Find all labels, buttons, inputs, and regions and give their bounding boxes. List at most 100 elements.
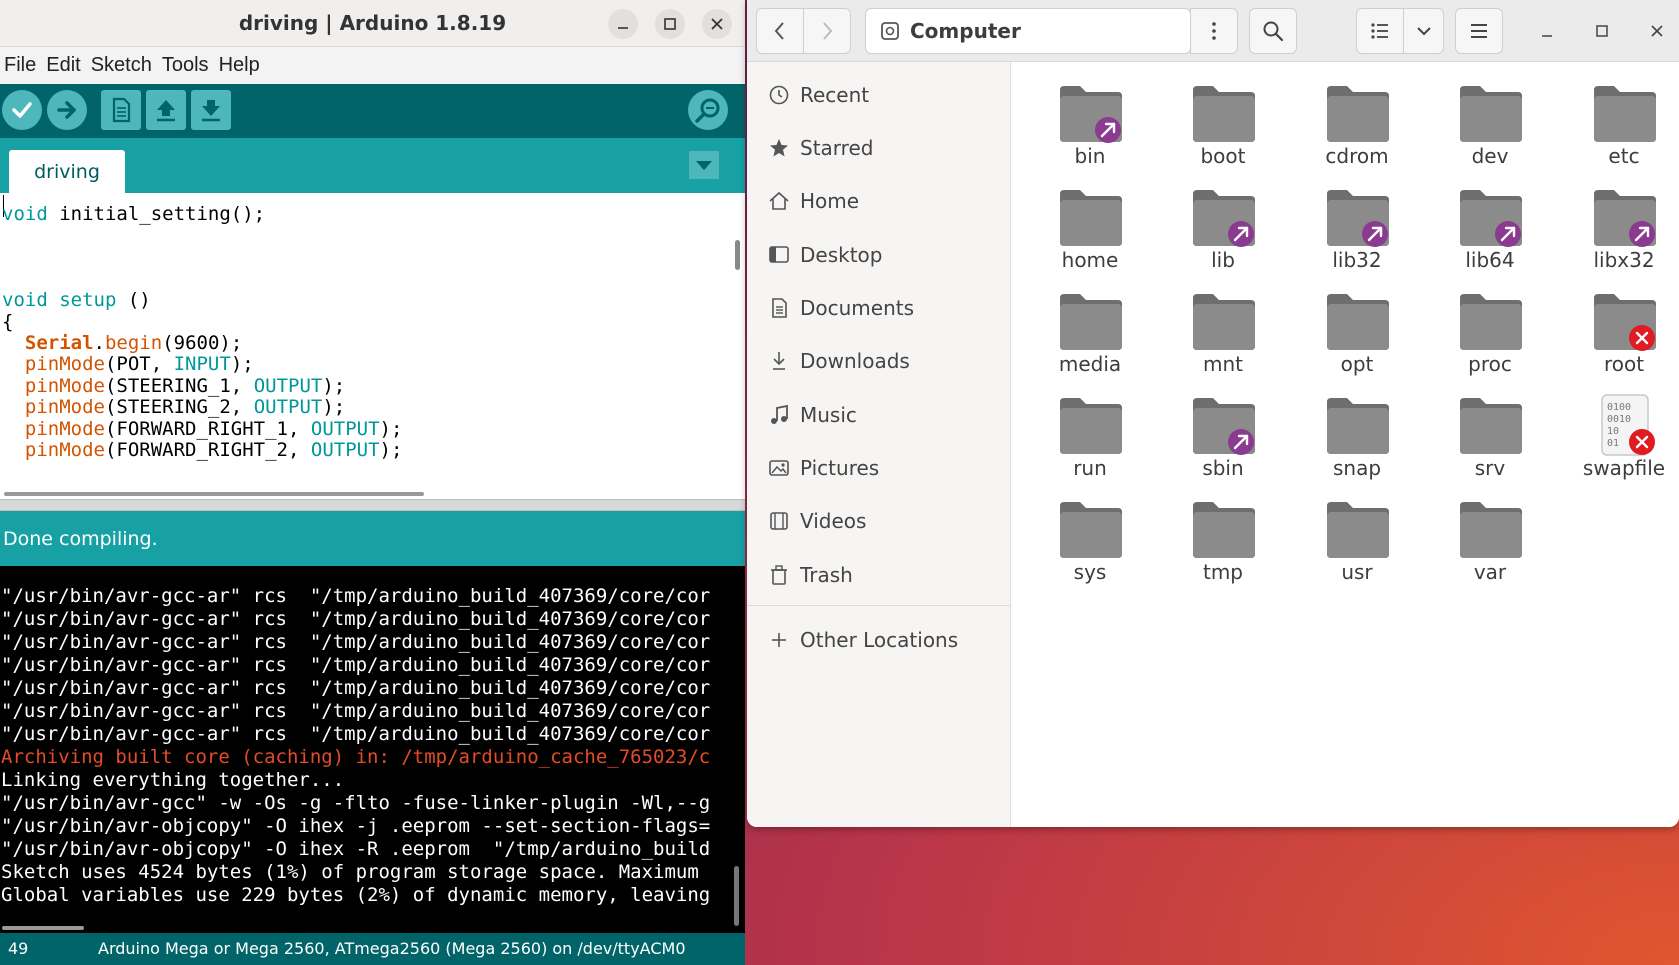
folder-item-sbin[interactable]: sbin <box>1163 384 1283 482</box>
console-horizontal-scrollbar[interactable] <box>2 926 84 930</box>
folder-icon <box>1058 394 1124 454</box>
sidebar-item-downloads[interactable]: Downloads <box>747 338 1011 384</box>
folder-icon <box>1058 290 1124 350</box>
triangle-down-icon <box>696 161 712 170</box>
folder-item-etc[interactable]: etc <box>1564 72 1679 170</box>
folder-item-opt[interactable]: opt <box>1297 280 1417 378</box>
folder-item-libx32[interactable]: libx32 <box>1564 176 1679 274</box>
folder-item-lib32[interactable]: lib32 <box>1297 176 1417 274</box>
sidebar-item-documents[interactable]: Documents <box>747 285 1011 331</box>
forward-button[interactable] <box>803 8 851 54</box>
serial-monitor-button[interactable] <box>688 90 728 130</box>
location-bar[interactable]: Computer <box>865 8 1191 54</box>
item-label: dev <box>1471 144 1509 168</box>
code-line: pinMode(POT, INPUT); <box>24 353 254 375</box>
folder-item-lib64[interactable]: lib64 <box>1430 176 1550 274</box>
sidebar-item-starred[interactable]: Starred <box>747 125 1011 171</box>
console-line: Linking everything together... <box>1 769 345 791</box>
sidebar-item-trash[interactable]: Trash <box>747 552 1011 598</box>
item-label: srv <box>1474 456 1506 480</box>
tab-menu-button[interactable] <box>689 151 719 179</box>
editor-console-splitter[interactable] <box>0 499 745 511</box>
maximize-button[interactable] <box>655 9 685 39</box>
folder-item-sys[interactable]: sys <box>1030 488 1150 586</box>
item-label: cdrom <box>1325 144 1389 168</box>
folder-item-proc[interactable]: proc <box>1430 280 1550 378</box>
main-menu-button[interactable] <box>1455 8 1503 54</box>
console-output[interactable]: "/usr/bin/avr-gcc-ar" rcs "/tmp/arduino_… <box>0 566 745 933</box>
places-sidebar: Recent Starred Home Desktop Documents Downloa… <box>747 62 1011 827</box>
sidebar-item-pictures[interactable]: Pictures <box>747 445 1011 491</box>
folder-item-media[interactable]: media <box>1030 280 1150 378</box>
file-grid[interactable]: bin boot cdrom dev etc home lib lib32 lib64 libx3… <box>1012 62 1679 827</box>
files-maximize-button[interactable] <box>1585 14 1619 48</box>
item-label: mnt <box>1203 352 1243 376</box>
files-close-button[interactable] <box>1640 14 1674 48</box>
console-vertical-scrollbar[interactable] <box>734 866 739 926</box>
folder-item-bin[interactable]: bin <box>1030 72 1150 170</box>
folder-icon <box>1325 498 1391 558</box>
document-icon <box>767 296 791 320</box>
location-menu-button[interactable] <box>1190 8 1238 54</box>
close-button[interactable] <box>702 9 732 39</box>
menu-help[interactable]: Help <box>219 54 260 77</box>
folder-item-dev[interactable]: dev <box>1430 72 1550 170</box>
sidebar-item-recent[interactable]: Recent <box>747 72 1011 118</box>
folder-item-cdrom[interactable]: cdrom <box>1297 72 1417 170</box>
folder-item-var[interactable]: var <box>1430 488 1550 586</box>
view-options-button[interactable] <box>1403 8 1444 54</box>
folder-item-snap[interactable]: snap <box>1297 384 1417 482</box>
code-editor[interactable]: void initial_setting(); void setup (){ Se… <box>0 193 745 499</box>
files-headerbar[interactable]: Computer <box>747 0 1679 62</box>
desktop-icon <box>767 243 791 267</box>
folder-icon <box>1325 186 1391 247</box>
files-minimize-button[interactable] <box>1530 14 1564 48</box>
folder-item-run[interactable]: run <box>1030 384 1150 482</box>
folder-icon <box>1325 394 1391 454</box>
item-label: var <box>1473 560 1507 584</box>
files-window: Computer Recent Starred Home Desktop Documen… <box>747 0 1679 827</box>
folder-item-root[interactable]: root <box>1564 280 1679 378</box>
tab-driving[interactable]: driving <box>9 150 125 193</box>
chevron-down-icon <box>1416 27 1431 36</box>
folder-item-srv[interactable]: srv <box>1430 384 1550 482</box>
folder-item-lib[interactable]: lib <box>1163 176 1283 274</box>
svg-text:0010: 0010 <box>1607 414 1631 425</box>
file-item-swapfile[interactable]: 0100 0010 10 01 swapfile <box>1564 384 1679 482</box>
open-sketch-button[interactable] <box>146 90 186 130</box>
editor-horizontal-scrollbar[interactable] <box>4 492 424 496</box>
verify-button[interactable] <box>2 90 42 130</box>
item-label: tmp <box>1202 560 1244 584</box>
menu-file[interactable]: File <box>4 54 36 77</box>
sidebar-item-videos[interactable]: Videos <box>747 498 1011 544</box>
item-label: lib64 <box>1465 248 1515 272</box>
folder-icon <box>1325 290 1391 350</box>
folder-item-boot[interactable]: boot <box>1163 72 1283 170</box>
folder-icon <box>1458 82 1524 142</box>
console-line: "/usr/bin/avr-gcc-ar" rcs "/tmp/arduino_… <box>1 723 711 745</box>
plus-icon <box>767 628 791 652</box>
folder-item-home[interactable]: home <box>1030 176 1150 274</box>
search-button[interactable] <box>1249 8 1297 54</box>
sidebar-item-other-locations[interactable]: Other Locations <box>747 617 1011 663</box>
sidebar-item-desktop[interactable]: Desktop <box>747 232 1011 278</box>
list-view-button[interactable] <box>1356 8 1404 54</box>
back-button[interactable] <box>756 8 804 54</box>
minimize-button[interactable] <box>608 9 638 39</box>
sidebar-item-home[interactable]: Home <box>747 178 1011 224</box>
editor-vertical-scrollbar[interactable] <box>735 240 740 270</box>
upload-button[interactable] <box>47 90 87 130</box>
new-sketch-button[interactable] <box>101 90 141 130</box>
menu-tools[interactable]: Tools <box>162 54 209 77</box>
folder-item-tmp[interactable]: tmp <box>1163 488 1283 586</box>
menu-sketch[interactable]: Sketch <box>91 54 152 77</box>
drive-icon <box>881 22 899 40</box>
save-sketch-button[interactable] <box>191 90 231 130</box>
sidebar-item-music[interactable]: Music <box>747 392 1011 438</box>
folder-item-mnt[interactable]: mnt <box>1163 280 1283 378</box>
svg-text:01: 01 <box>1607 438 1619 449</box>
folder-item-usr[interactable]: usr <box>1297 488 1417 586</box>
arduino-titlebar[interactable]: driving | Arduino 1.8.19 <box>0 0 745 47</box>
menu-edit[interactable]: Edit <box>46 54 80 77</box>
maximize-icon <box>1596 25 1608 37</box>
